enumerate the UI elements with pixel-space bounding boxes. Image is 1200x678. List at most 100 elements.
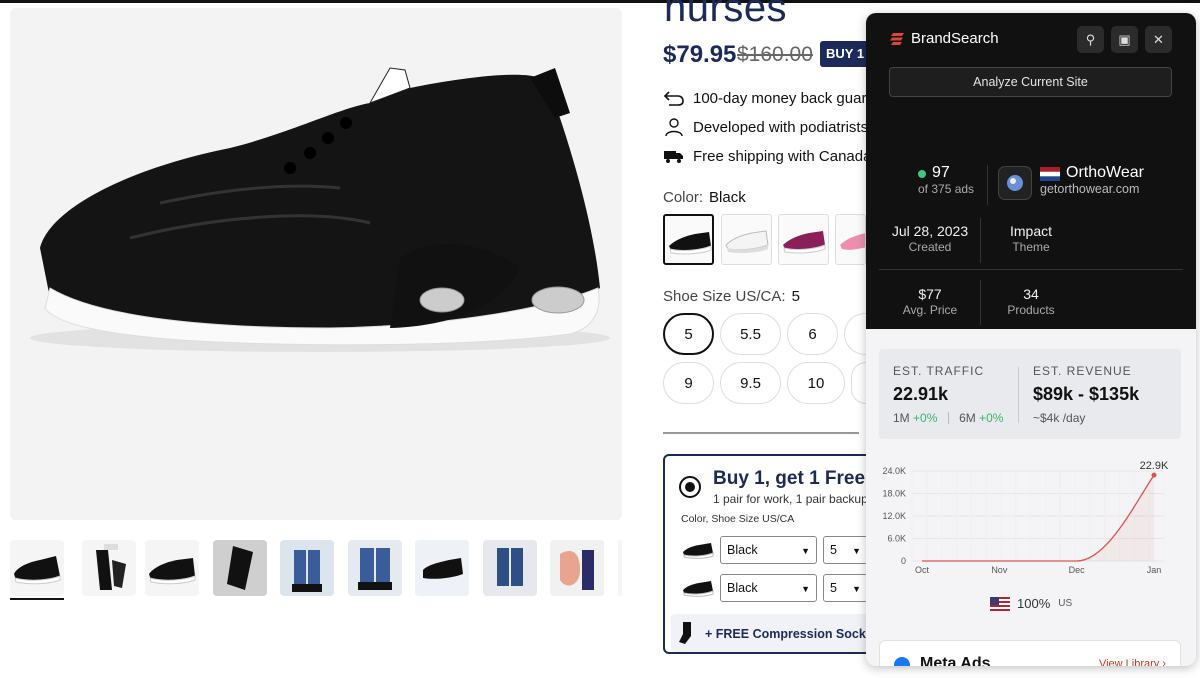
chart-end-label: 22.9K: [1140, 460, 1169, 472]
theme-stat: Impact Theme: [976, 223, 1086, 254]
traffic-chart: 0 6.0K 12.0K 18.0K 24.0K Oct Nov Dec Jan 22.9K: [882, 460, 1169, 575]
pin-icon: ⚲: [1085, 31, 1096, 47]
offer-color-select-1[interactable]: Black ▼: [720, 536, 817, 564]
chart-ytick-label: 6.0K: [887, 534, 906, 544]
score-status-dot: [918, 170, 926, 178]
size-option-6[interactable]: 6: [787, 313, 838, 355]
top-border: [0, 0, 1200, 3]
created-label: Created: [908, 240, 952, 254]
chart-ytick-label: 12.0K: [882, 511, 906, 521]
ad-score-sub: of 375 ads: [918, 182, 975, 196]
chart-ytick-label: 24.0K: [882, 466, 906, 476]
size-option-9[interactable]: 9: [663, 362, 714, 404]
size-option-10[interactable]: 10: [787, 362, 845, 404]
traffic-value: 22.91k: [893, 384, 949, 404]
size-option-9-5[interactable]: 9.5: [720, 362, 781, 404]
chart-point: [1151, 472, 1157, 478]
truck-icon: [664, 151, 683, 163]
products-label: Products: [1007, 303, 1055, 317]
sidebar-icon: ▣: [1118, 31, 1131, 47]
products-value: 34: [1023, 286, 1039, 302]
chart-xtick-label: Jan: [1147, 565, 1162, 575]
sidebar-toggle-button[interactable]: ▣: [1111, 26, 1138, 53]
thumbnail-5[interactable]: [280, 540, 334, 596]
offer-shoe-1-icon: [683, 543, 714, 559]
store-name[interactable]: OrthoWear: [1066, 164, 1144, 182]
offer-radio[interactable]: [679, 476, 701, 498]
products-stat: 34 Products: [976, 286, 1086, 317]
traffic-trend: 1M +0% 6M +0%: [893, 411, 1004, 425]
thumbnail-1[interactable]: [10, 540, 64, 596]
chart-ytick-label: 0: [901, 556, 906, 566]
analyze-site-button[interactable]: Analyze Current Site: [889, 67, 1172, 97]
color-swatch-plum[interactable]: [778, 214, 829, 265]
color-swatch-white[interactable]: [721, 214, 772, 265]
offer-shoe-2-icon: [683, 581, 714, 597]
chart-ytick-label: 18.0K: [882, 489, 906, 499]
country-share-value: 100%: [1017, 596, 1051, 611]
store-favicon: [998, 166, 1032, 200]
color-swatch-pink[interactable]: [835, 214, 866, 265]
thumbnail-6[interactable]: [348, 540, 402, 596]
return-arrow-icon: [663, 91, 684, 106]
avg-price-stat: $77 Avg. Price: [875, 286, 985, 317]
netherlands-flag-icon: [1040, 167, 1060, 181]
thumbnail-9[interactable]: [550, 540, 604, 596]
thumbnail-10[interactable]: [618, 540, 622, 596]
traffic-label: EST. TRAFFIC: [893, 364, 985, 378]
original-price: $160.00: [737, 43, 813, 66]
close-icon: ✕: [1153, 31, 1164, 47]
avg-price-label: Avg. Price: [902, 303, 958, 317]
brand-name: BrandSearch: [911, 30, 999, 47]
store-url[interactable]: getorthowear.com: [1040, 182, 1139, 196]
sock-icon: [679, 622, 691, 644]
thumbnail-2[interactable]: [82, 540, 136, 596]
product-price: $79.95: [663, 41, 737, 68]
theme-value: Impact: [1009, 223, 1052, 239]
offer-title: Buy 1, get 1 Free: [713, 468, 866, 489]
thumbnail-7[interactable]: [415, 540, 469, 596]
product-main-image[interactable]: [10, 8, 622, 520]
offer-size-select-2[interactable]: 5 ▼: [823, 574, 868, 602]
size-label: Shoe Size US/CA: 5: [663, 288, 800, 305]
brandsearch-panel: BrandSearch ⚲ ▣ ✕ Analyze Current Site 9…: [866, 13, 1196, 666]
size-option-10-5[interactable]: [851, 362, 866, 404]
thumbnail-4[interactable]: [213, 540, 267, 596]
offer-size-select-1[interactable]: 5 ▼: [823, 536, 868, 564]
color-label: Color: Black: [663, 189, 746, 206]
pin-button[interactable]: ⚲: [1077, 26, 1104, 53]
offer-subtitle: 1 pair for work, 1 pair backup: [713, 492, 868, 506]
us-flag-icon: [990, 596, 1010, 611]
stat-divider-h: [879, 269, 1183, 270]
thumbnail-8[interactable]: [483, 540, 537, 596]
revenue-daily: ~$4k /day: [1033, 411, 1086, 425]
created-value: Jul 28, 2023: [891, 223, 969, 239]
country-share: 100% US: [990, 596, 1072, 611]
close-button[interactable]: ✕: [1145, 26, 1172, 53]
brandsearch-logo-icon: [890, 32, 904, 45]
chart-xtick-label: Nov: [991, 565, 1008, 575]
offer-option-label: Color, Shoe Size US/CA: [681, 513, 795, 525]
thumbnail-3[interactable]: [145, 540, 199, 596]
brand-header: BrandSearch: [890, 30, 999, 47]
avg-price-value: $77: [918, 286, 942, 302]
size-option-5[interactable]: 5: [663, 313, 714, 355]
chart-xtick-label: Dec: [1069, 565, 1086, 575]
color-swatch-black[interactable]: [663, 214, 714, 265]
size-option-6-5[interactable]: [844, 313, 866, 355]
offer-color-select-2[interactable]: Black ▼: [720, 574, 817, 602]
meta-ads-card: Meta Ads View Library ›: [879, 640, 1181, 666]
size-option-5-5[interactable]: 5.5: [720, 313, 781, 355]
country-code: US: [1058, 598, 1073, 609]
product-title: nurses: [664, 0, 788, 30]
stat-divider-v1: [987, 165, 988, 205]
thumbnail-selected-indicator: [10, 598, 64, 600]
view-library-link[interactable]: View Library ›: [1099, 658, 1166, 666]
doctor-icon: [665, 118, 683, 136]
page: { "product": { "title_fragment": "nurses…: [0, 0, 1200, 678]
section-divider: [663, 432, 859, 434]
facebook-icon: [894, 657, 910, 666]
theme-label: Theme: [1012, 240, 1050, 254]
color-value: Black: [709, 189, 746, 206]
revenue-value: $89k - $135k: [1033, 384, 1140, 404]
